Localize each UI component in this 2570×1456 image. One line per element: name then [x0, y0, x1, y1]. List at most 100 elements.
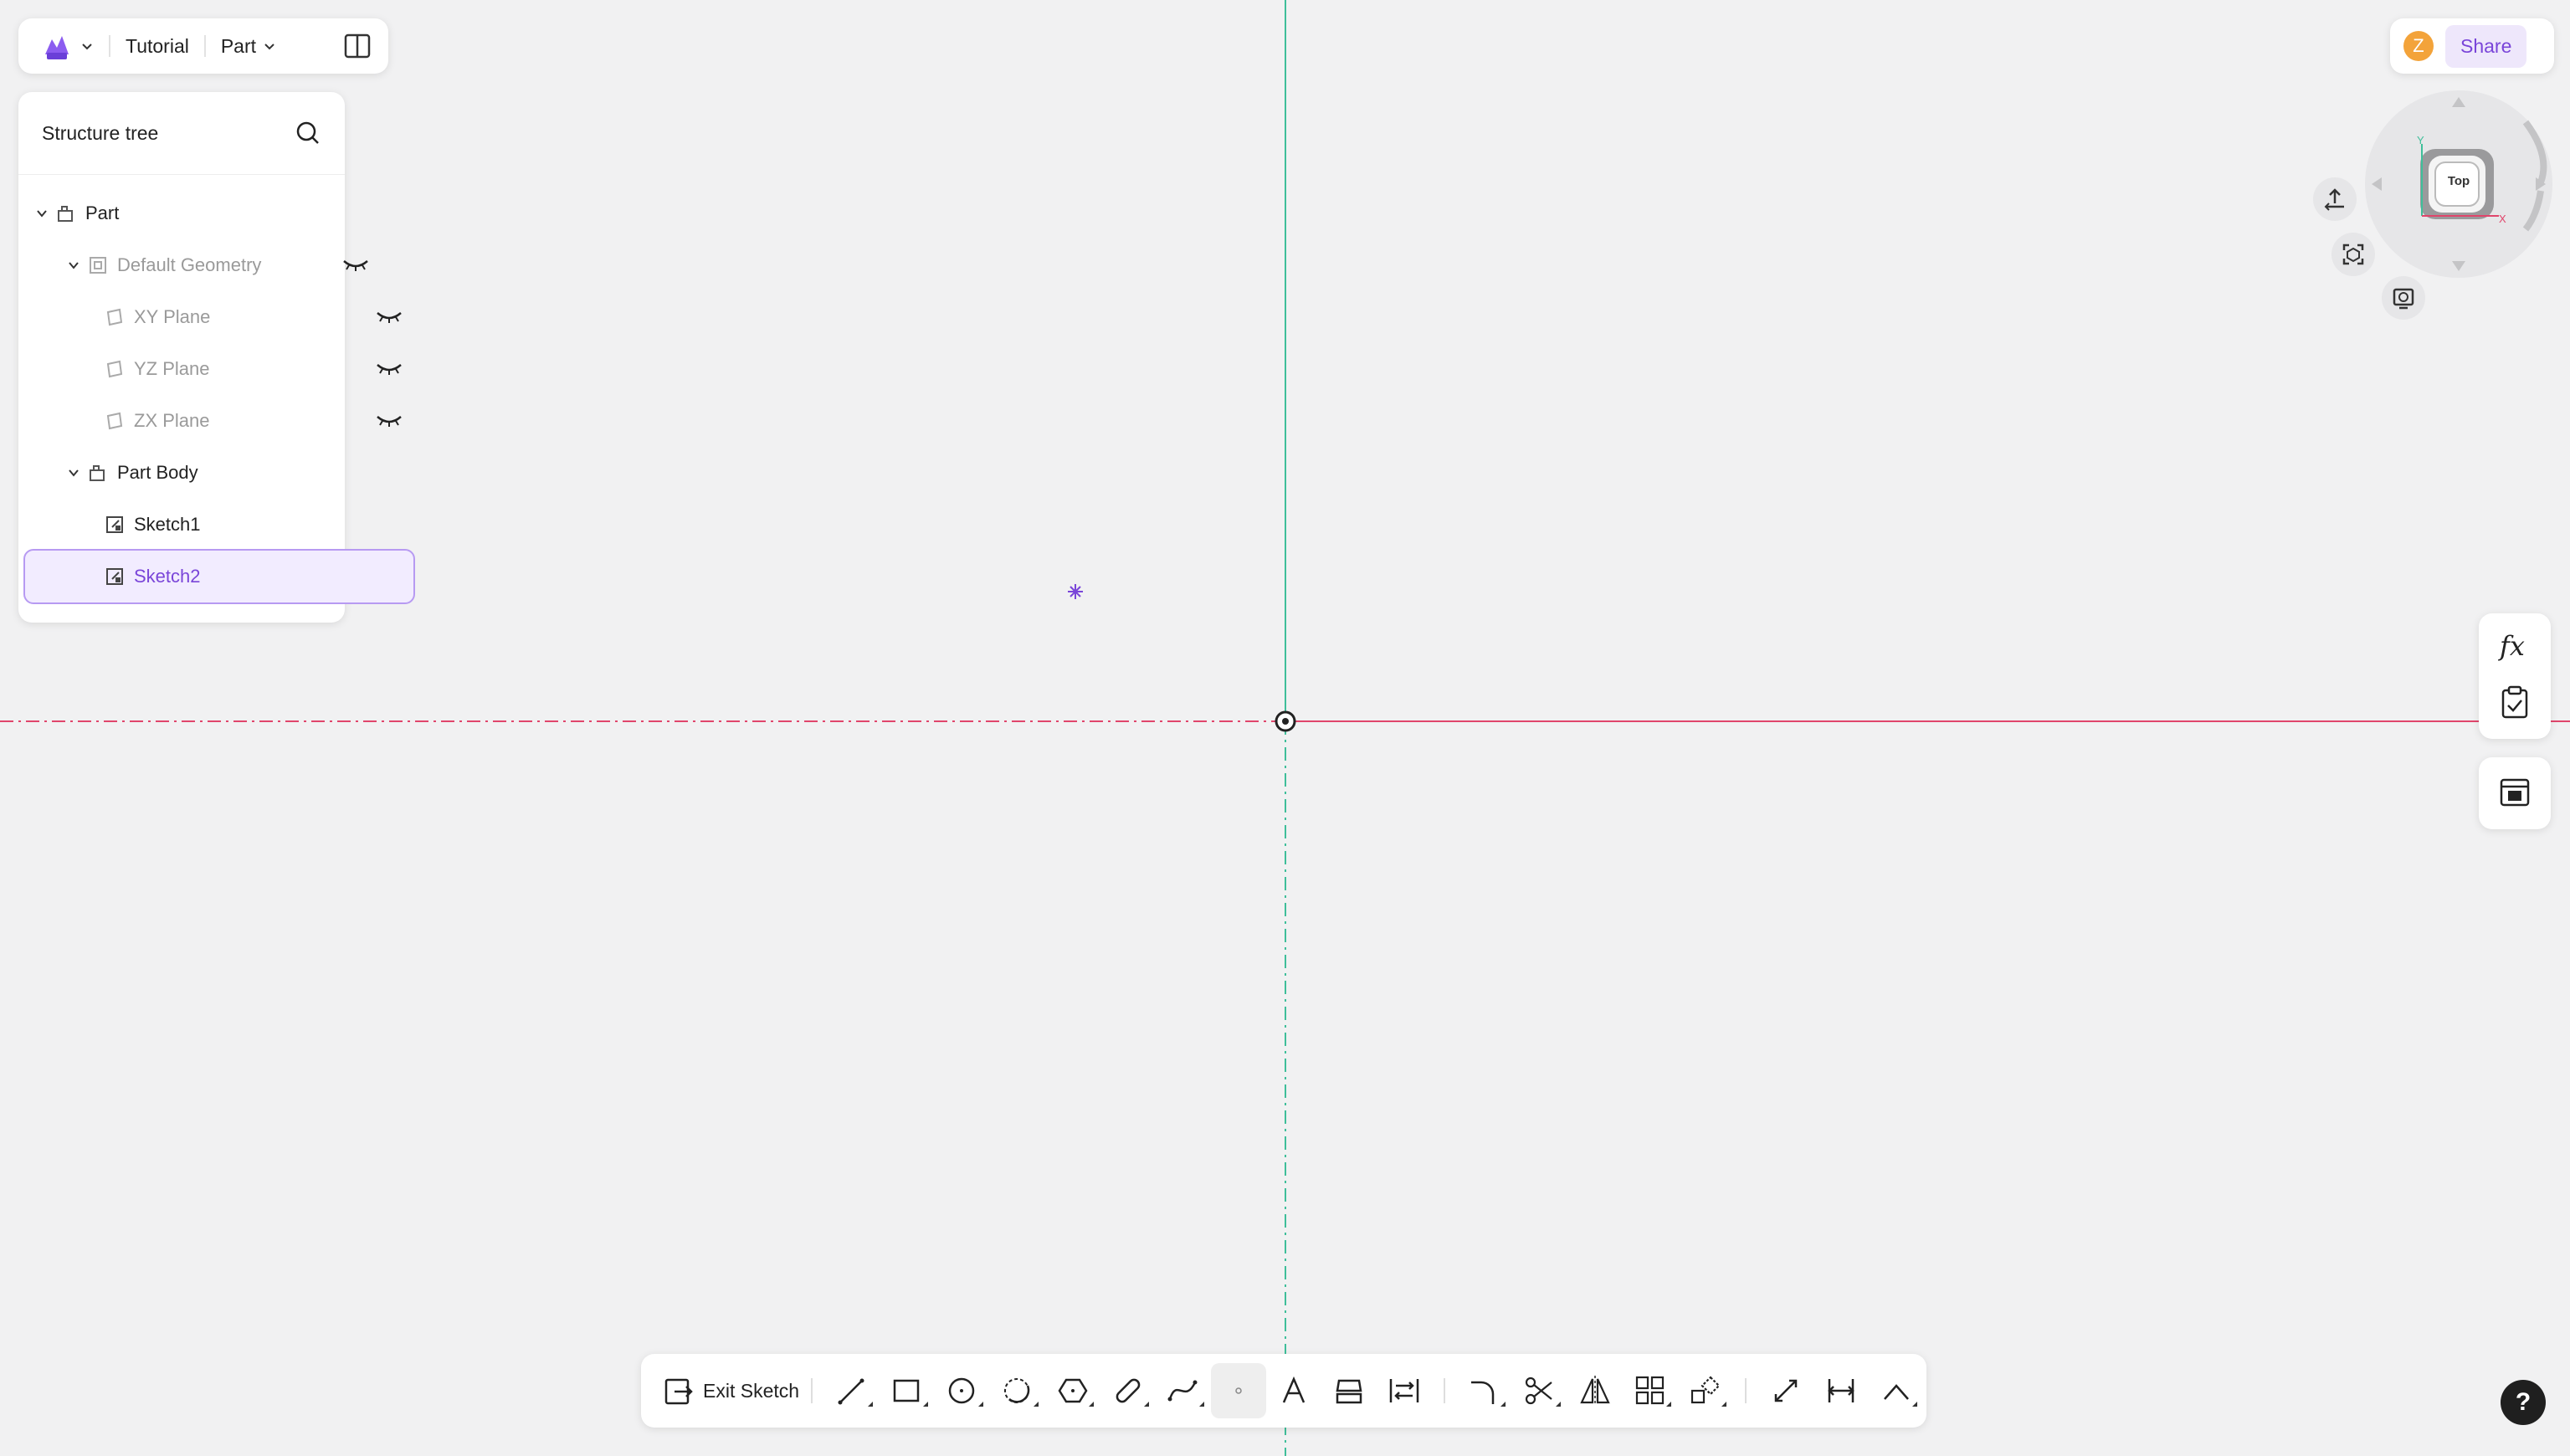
right-tools-panel-2 [2479, 757, 2551, 829]
arc-tool[interactable] [990, 1363, 1045, 1418]
convert-tool[interactable] [1377, 1363, 1432, 1418]
function-fx-icon: fx [2498, 630, 2525, 662]
clipboard-check-icon [2501, 685, 2528, 719]
mode-menu[interactable]: Part [221, 35, 276, 58]
polygon-icon [1058, 1378, 1088, 1403]
sketch-icon [106, 568, 123, 585]
tree-item-sketch2[interactable]: Sketch2 [23, 549, 415, 604]
eye-closed-icon[interactable] [341, 256, 370, 273]
chevron-down-icon[interactable] [80, 39, 94, 53]
fillet-icon [1471, 1381, 1495, 1404]
parts-library-button[interactable] [2479, 776, 2551, 809]
view-home-button[interactable] [2313, 177, 2357, 221]
constraint-tool[interactable] [1813, 1363, 1869, 1418]
divider [811, 1378, 813, 1403]
tree-item-label: YZ Plane [134, 358, 210, 379]
view-cube-navigator: Top Y X [2362, 89, 2554, 290]
structure-tree-header: Structure tree [18, 92, 345, 175]
display-mode-icon [2393, 288, 2414, 310]
tree-item-part[interactable]: Part [18, 187, 360, 239]
transform-tool[interactable] [1678, 1363, 1733, 1418]
tree-item-label: XY Plane [134, 306, 211, 327]
sketch-canvas[interactable] [0, 0, 2570, 1456]
mode-menu-label: Part [220, 34, 257, 57]
search-icon[interactable] [295, 120, 321, 146]
exit-sketch-button[interactable]: Exit Sketch [663, 1375, 799, 1407]
geometry-folder-icon [90, 257, 106, 274]
project-icon [1336, 1379, 1362, 1404]
text-icon [1282, 1376, 1306, 1403]
project-tool[interactable] [1321, 1363, 1377, 1418]
rectangle-tool[interactable] [880, 1363, 935, 1418]
chevron-down-icon [264, 44, 274, 50]
slot-tool[interactable] [1100, 1363, 1156, 1418]
arc-icon [1004, 1378, 1030, 1403]
dimension-icon [1774, 1379, 1798, 1402]
chevron-down-icon[interactable] [35, 207, 49, 220]
tree-item-yz-plane[interactable]: YZ Plane [18, 343, 425, 395]
divider [1444, 1378, 1446, 1403]
point-tool[interactable] [1211, 1363, 1267, 1418]
divider [203, 35, 206, 57]
mirror-tool[interactable] [1567, 1363, 1623, 1418]
share-button[interactable]: Share [2445, 24, 2527, 68]
tree-item-zx-plane[interactable]: ZX Plane [18, 395, 425, 447]
avatar[interactable]: Z [2403, 31, 2434, 61]
horizontal-distance-icon [1828, 1379, 1854, 1402]
plane-icon [106, 412, 123, 430]
chevron-down-icon[interactable] [67, 259, 80, 272]
chevron-down-icon[interactable] [67, 466, 80, 479]
fit-view-button[interactable] [2331, 233, 2375, 276]
mirror-icon [1580, 1376, 1610, 1406]
fillet-tool[interactable] [1457, 1363, 1512, 1418]
dimension-tool[interactable] [1758, 1363, 1813, 1418]
eye-closed-icon[interactable] [375, 412, 403, 428]
axis-x-label: X [2499, 213, 2506, 225]
structure-tree-panel: Structure tree Part Default Geometry XY … [18, 92, 415, 623]
angle-tool[interactable] [1869, 1363, 1924, 1418]
text-tool[interactable] [1266, 1363, 1321, 1418]
pattern-grid-icon [1635, 1376, 1665, 1405]
tree-item-part-body[interactable]: Part Body [18, 447, 392, 499]
circle-tool[interactable] [935, 1363, 990, 1418]
library-panel-icon [2500, 778, 2530, 807]
trim-tool[interactable] [1512, 1363, 1567, 1418]
pattern-tool[interactable] [1623, 1363, 1678, 1418]
svg-text:fx: fx [2498, 630, 2525, 662]
structure-tree-title: Structure tree [42, 121, 159, 144]
eye-closed-icon[interactable] [375, 360, 403, 377]
check-button[interactable] [2479, 684, 2551, 720]
tree-item-xy-plane[interactable]: XY Plane [18, 291, 425, 343]
point-icon [1235, 1387, 1242, 1394]
rectangle-icon [893, 1379, 920, 1402]
right-tools-panel: fx [2479, 613, 2551, 739]
top-bar: Tutorial Part [18, 18, 388, 74]
sketch-icon [106, 516, 123, 533]
axis-y-label: Y [2417, 134, 2424, 146]
exit-sketch-icon [664, 1378, 693, 1405]
spline-tool[interactable] [1156, 1363, 1211, 1418]
normal-view-icon [2324, 188, 2344, 211]
app-logo-icon[interactable] [40, 29, 74, 63]
tree-item-default-geometry[interactable]: Default Geometry [18, 239, 392, 291]
angle-constraint-icon [1884, 1384, 1909, 1400]
help-button[interactable]: ? [2501, 1380, 2546, 1425]
trim-scissors-icon [1525, 1377, 1552, 1405]
tree-item-sketch1[interactable]: Sketch1 [18, 499, 425, 551]
plane-icon [106, 360, 123, 378]
display-mode-button[interactable] [2382, 276, 2425, 320]
view-cube-ring[interactable] [2362, 89, 2554, 290]
breadcrumb-document[interactable]: Tutorial [126, 35, 189, 58]
tree-item-label: Part [85, 203, 120, 223]
divider [1745, 1378, 1747, 1403]
fit-view-icon [2342, 244, 2364, 265]
body-icon [90, 465, 105, 481]
polygon-tool[interactable] [1045, 1363, 1100, 1418]
panel-toggle-icon[interactable] [343, 32, 372, 60]
eye-closed-icon[interactable] [375, 308, 403, 325]
view-cube-face-label[interactable]: Top [2447, 174, 2470, 188]
circle-icon [948, 1377, 975, 1404]
line-tool[interactable] [824, 1363, 880, 1418]
formula-button[interactable]: fx [2479, 627, 2551, 664]
tree-item-label: ZX Plane [134, 410, 210, 431]
